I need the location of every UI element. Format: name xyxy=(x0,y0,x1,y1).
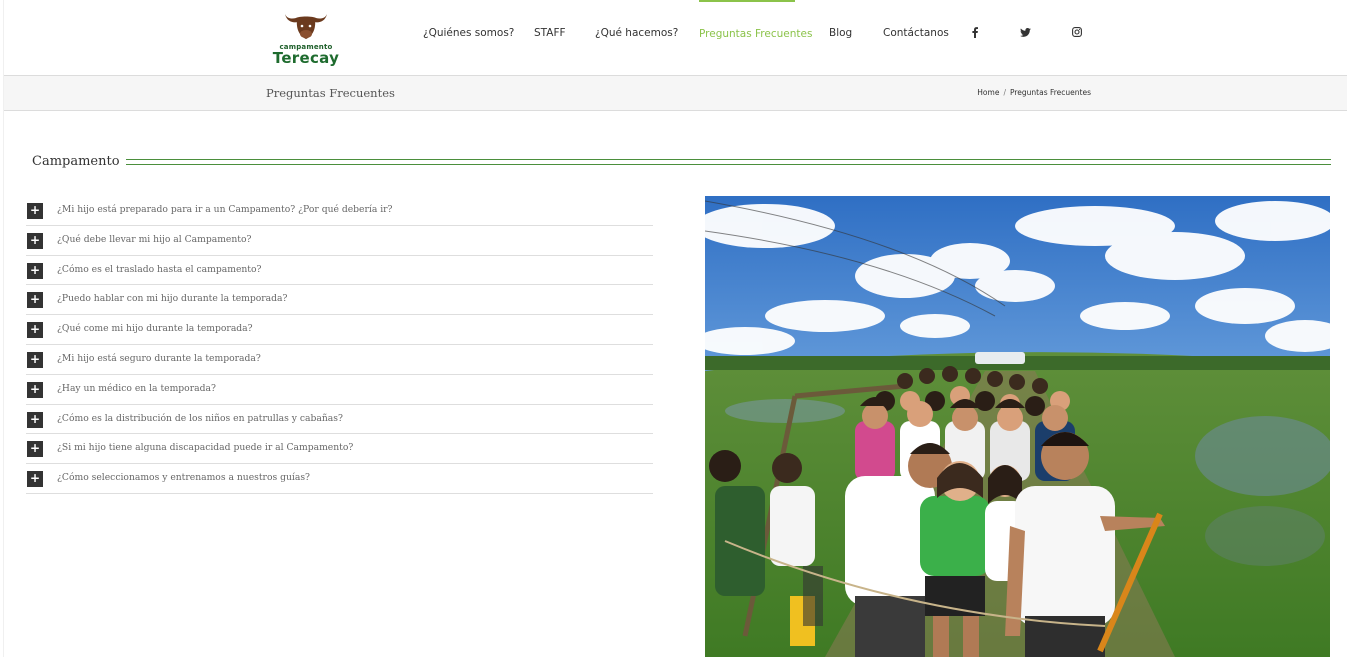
nav-item-blog[interactable]: Blog xyxy=(829,0,852,66)
breadcrumb-current: Preguntas Frecuentes xyxy=(1009,88,1091,97)
instagram-icon[interactable] xyxy=(1070,25,1084,39)
faq-question[interactable]: ¿Cómo seleccionamos y entrenamos a nuest… xyxy=(57,472,310,483)
faq-item[interactable]: + ¿Cómo es la distribución de los niños e… xyxy=(26,405,653,435)
twitter-icon[interactable] xyxy=(1018,25,1032,39)
plus-icon[interactable]: + xyxy=(27,471,43,488)
faq-question[interactable]: ¿Puedo hablar con mi hijo durante la tem… xyxy=(57,293,287,304)
nav-item-contactanos[interactable]: Contáctanos xyxy=(883,0,949,66)
faq-item[interactable]: + ¿Cómo seleccionamos y entrenamos a nues… xyxy=(26,464,653,494)
nav-item-staff[interactable]: STAFF xyxy=(534,0,566,66)
faq-item[interactable]: + ¿Qué come mi hijo durante la temporada? xyxy=(26,315,653,345)
faq-item[interactable]: + ¿Cómo es el traslado hasta el campament… xyxy=(26,256,653,286)
plus-icon[interactable]: + xyxy=(27,381,43,398)
faq-item[interactable]: + ¿Puedo hablar con mi hijo durante la te… xyxy=(26,285,653,316)
faq-item[interactable]: + ¿Si mi hijo tiene alguna discapacidad p… xyxy=(26,434,653,465)
bull-head-icon xyxy=(285,14,327,39)
plus-icon[interactable]: + xyxy=(27,203,43,219)
page-title-bar: Preguntas Frecuentes Home / Preguntas Frec… xyxy=(4,75,1347,111)
site-logo[interactable]: campamento Terecay xyxy=(270,8,342,66)
faq-question[interactable]: ¿Cómo es la distribución de los niños en… xyxy=(57,413,343,424)
plus-icon[interactable]: + xyxy=(27,292,43,309)
faq-question[interactable]: ¿Cómo es el traslado hasta el campamento… xyxy=(57,264,261,275)
faq-question[interactable]: ¿Mi hijo está preparado para ir a un Cam… xyxy=(57,204,392,215)
faq-item[interactable]: + ¿Mi hijo está seguro durante la tempora… xyxy=(26,345,653,375)
breadcrumb-separator: / xyxy=(1003,88,1006,97)
faq-item[interactable]: + ¿Mi hijo está preparado para ir a un Ca… xyxy=(26,196,653,226)
faq-question[interactable]: ¿Hay un médico en la temporada? xyxy=(57,383,216,394)
plus-icon[interactable]: + xyxy=(27,322,43,339)
plus-icon[interactable]: + xyxy=(27,351,43,368)
plus-icon[interactable]: + xyxy=(27,262,43,279)
breadcrumb: Home / Preguntas Frecuentes xyxy=(977,88,1091,97)
nav-item-preguntas-frecuentes[interactable]: Preguntas Frecuentes xyxy=(699,0,812,66)
faq-question[interactable]: ¿Mi hijo está seguro durante la temporad… xyxy=(57,353,261,364)
nav-item-quienes-somos[interactable]: ¿Quiénes somos? xyxy=(423,0,514,66)
site-header: campamento Terecay ¿Quiénes somos? STAFF… xyxy=(4,0,1347,75)
plus-icon[interactable]: + xyxy=(27,232,43,249)
faq-accordion: + ¿Mi hijo está preparado para ir a un Ca… xyxy=(26,196,653,494)
section-title: Campamento xyxy=(32,154,126,169)
page-title: Preguntas Frecuentes xyxy=(266,86,395,100)
faq-item[interactable]: + ¿Hay un médico en la temporada? xyxy=(26,375,653,405)
faq-question[interactable]: ¿Qué come mi hijo durante la temporada? xyxy=(57,323,253,334)
facebook-icon[interactable] xyxy=(968,25,982,39)
section-divider xyxy=(116,159,1331,165)
plus-icon[interactable]: + xyxy=(27,441,43,458)
campers-group-photo xyxy=(705,196,1330,657)
faq-item[interactable]: + ¿Qué debe llevar mi hijo al Campamento? xyxy=(26,226,653,256)
nav-item-que-hacemos[interactable]: ¿Qué hacemos? xyxy=(595,0,678,66)
breadcrumb-home-link[interactable]: Home xyxy=(977,88,999,97)
plus-icon[interactable]: + xyxy=(27,411,43,428)
faq-question[interactable]: ¿Si mi hijo tiene alguna discapacidad pu… xyxy=(57,442,353,453)
logo-name: Terecay xyxy=(272,49,340,67)
faq-question[interactable]: ¿Qué debe llevar mi hijo al Campamento? xyxy=(57,234,251,245)
